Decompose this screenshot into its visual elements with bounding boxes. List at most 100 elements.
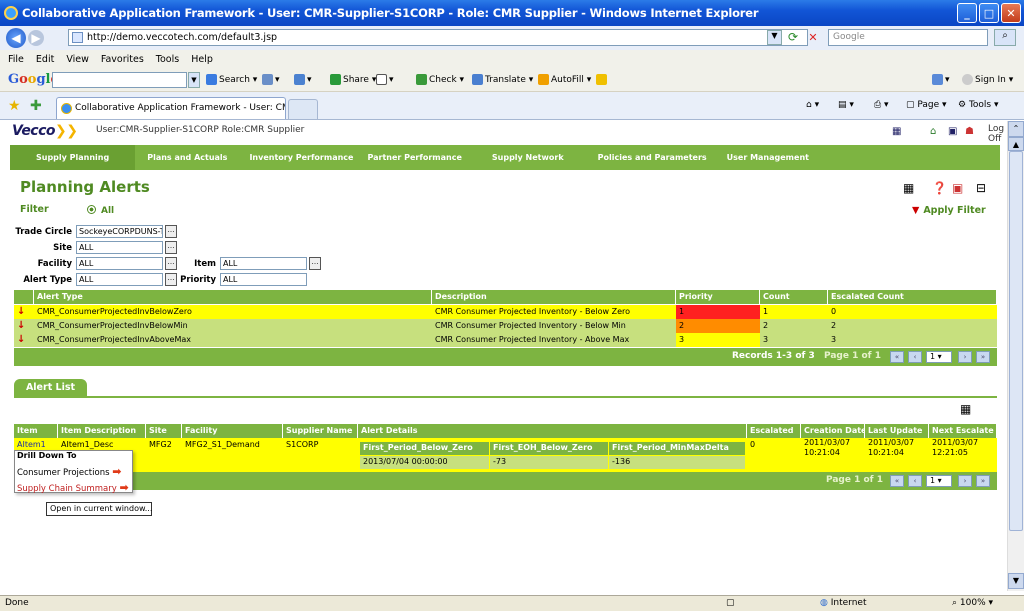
apply-filter-button[interactable]: ▼ Apply Filter: [912, 205, 986, 216]
feeds-icon[interactable]: ▤ ▾: [838, 100, 854, 110]
google-search-button[interactable]: Search ▾: [206, 74, 257, 85]
tab-alert-list[interactable]: Alert List: [14, 379, 87, 397]
scroll-up-button[interactable]: ▲: [1008, 137, 1024, 151]
sign-in-button[interactable]: Sign In ▾: [962, 74, 1013, 85]
minimize-button[interactable]: _: [957, 3, 977, 23]
nav-partner-performance[interactable]: Partner Performance: [367, 153, 461, 162]
google-search-dropdown[interactable]: ▼: [188, 72, 200, 88]
trade-circle-input[interactable]: SockeyeCORPDUNS-TC0: [76, 225, 163, 238]
alert-list-page-select[interactable]: 1 ▾: [926, 475, 952, 487]
export-icon[interactable]: ▦: [903, 181, 914, 195]
toolbar-bookmark-button[interactable]: ▾: [262, 74, 280, 85]
alert-type-input[interactable]: ALL: [76, 273, 163, 286]
new-tab-button[interactable]: [288, 99, 318, 119]
search-icon[interactable]: ⌕: [994, 29, 1016, 46]
alert-type-cell[interactable]: CMR_ConsumerProjectedInvBelowMin: [34, 319, 432, 333]
nav-user-management[interactable]: User Management: [727, 153, 809, 162]
alert-list-last-page-button[interactable]: »: [976, 475, 990, 487]
alert-type-cell[interactable]: CMR_ConsumerProjectedInvAboveMax: [34, 333, 432, 347]
pen-icon[interactable]: [596, 74, 609, 85]
home-icon[interactable]: ⌂ ▾: [806, 100, 819, 110]
escalated-count-cell: 0: [831, 307, 837, 316]
drill-supply-chain-summary[interactable]: Supply Chain Summary ➡: [17, 481, 129, 494]
status-text: Done: [5, 598, 29, 608]
stop-icon[interactable]: ✕: [805, 30, 821, 45]
nav-supply-network[interactable]: Supply Network: [492, 153, 564, 162]
nav-policies-and-parameters[interactable]: Policies and Parameters: [598, 153, 707, 162]
toolbar-plus-button[interactable]: ▾: [294, 74, 312, 85]
priority-input[interactable]: ALL: [220, 273, 307, 286]
menu-edit[interactable]: Edit: [36, 54, 54, 65]
page-select[interactable]: 1 ▾: [926, 351, 952, 363]
next-page-button[interactable]: ›: [958, 351, 972, 363]
share-button[interactable]: Share ▾: [330, 74, 376, 85]
collapse-icon[interactable]: ⊟: [976, 181, 986, 195]
google-search-input[interactable]: [52, 72, 187, 88]
item-input[interactable]: ALL: [220, 257, 307, 270]
document-icon[interactable]: ▣: [948, 126, 957, 137]
detail-col-first-period-below-zero: First_Period_Below_Zero: [360, 442, 489, 455]
check-button[interactable]: Check ▾: [416, 74, 464, 85]
globe-icon: ◍: [820, 598, 828, 608]
scroll-collapse-icon[interactable]: ⌃: [1008, 121, 1024, 137]
menu-help[interactable]: Help: [191, 54, 213, 65]
browser-search-input[interactable]: Google: [828, 29, 988, 46]
alert-type-cell[interactable]: CMR_ConsumerProjectedInvBelowZero: [34, 305, 432, 319]
trade-circle-lookup-button[interactable]: …: [165, 225, 177, 238]
alert-type-row[interactable]: ↓ CMR_ConsumerProjectedInvBelowMin CMR C…: [14, 319, 997, 333]
drill-consumer-projections[interactable]: Consumer Projections ➡: [17, 465, 121, 478]
alert-list-prev-page-button[interactable]: ‹: [908, 475, 922, 487]
alert-settings-icon[interactable]: ▣: [952, 181, 963, 195]
url-dropdown-button[interactable]: ▼: [767, 30, 782, 45]
url-input[interactable]: http://demo.veccotech.com/default3.jsp: [68, 29, 808, 46]
status-page-icon: ▢: [726, 598, 735, 608]
user-group-icon[interactable]: ☗: [965, 126, 974, 137]
site-input[interactable]: ALL: [76, 241, 163, 254]
toolbar-window-button[interactable]: ▾: [376, 74, 394, 85]
wrench-icon[interactable]: ▾: [932, 74, 950, 85]
page-menu-button[interactable]: ▢ Page ▾: [906, 100, 947, 110]
site-lookup-button[interactable]: …: [165, 241, 177, 254]
logoff-link[interactable]: Log Off: [988, 124, 1007, 144]
nav-inventory-performance[interactable]: Inventory Performance: [249, 153, 353, 162]
notes-icon[interactable]: ▦: [892, 126, 901, 137]
close-button[interactable]: ✕: [1001, 3, 1021, 23]
forward-button[interactable]: ▶: [28, 30, 44, 46]
site-cell: MFG2: [149, 440, 172, 449]
facility-input[interactable]: ALL: [76, 257, 163, 270]
nav-plans-and-actuals[interactable]: Plans and Actuals: [147, 153, 227, 162]
alert-list-first-page-button[interactable]: «: [890, 475, 904, 487]
back-button[interactable]: ◀: [6, 28, 26, 48]
first-page-button[interactable]: «: [890, 351, 904, 363]
menu-favorites[interactable]: Favorites: [101, 54, 144, 65]
menu-view[interactable]: View: [66, 54, 89, 65]
alert-list-export-icon[interactable]: ▦: [960, 402, 971, 416]
zoom-level[interactable]: ⌕ 100% ▾: [952, 598, 993, 608]
scroll-thumb[interactable]: [1009, 151, 1023, 531]
window-titlebar: Collaborative Application Framework - Us…: [0, 0, 1024, 26]
browser-tab-active[interactable]: Collaborative Application Framework - Us…: [56, 97, 286, 119]
item-lookup-button[interactable]: …: [309, 257, 321, 270]
favorites-star-icon[interactable]: ★: [8, 98, 21, 114]
autofill-button[interactable]: AutoFill ▾: [538, 74, 591, 85]
tools-menu-button[interactable]: ⚙ Tools ▾: [958, 100, 999, 110]
filter-all-radio[interactable]: [87, 205, 96, 214]
translate-button[interactable]: Translate ▾: [472, 74, 533, 85]
nav-supply-planning[interactable]: Supply Planning: [10, 145, 136, 170]
print-icon[interactable]: ⎙ ▾: [874, 100, 889, 110]
maximize-button[interactable]: □: [979, 3, 999, 23]
home-app-icon[interactable]: ⌂: [930, 126, 936, 137]
refresh-icon[interactable]: ⟳: [785, 30, 801, 45]
alert-list-next-page-button[interactable]: ›: [958, 475, 972, 487]
menu-tools[interactable]: Tools: [156, 54, 179, 65]
last-page-button[interactable]: »: [976, 351, 990, 363]
facility-label: Facility: [37, 259, 72, 269]
scroll-down-button[interactable]: ▼: [1008, 573, 1024, 589]
prev-page-button[interactable]: ‹: [908, 351, 922, 363]
help-icon[interactable]: ❓: [932, 181, 947, 195]
menu-file[interactable]: File: [8, 54, 24, 65]
alert-type-row[interactable]: ↓ CMR_ConsumerProjectedInvBelowZero CMR …: [14, 305, 997, 319]
vertical-scrollbar[interactable]: ⌃ ▲ ▼: [1007, 121, 1024, 591]
alert-type-row[interactable]: ↓ CMR_ConsumerProjectedInvAboveMax CMR C…: [14, 333, 997, 347]
add-favorites-icon[interactable]: ✚: [30, 98, 42, 114]
